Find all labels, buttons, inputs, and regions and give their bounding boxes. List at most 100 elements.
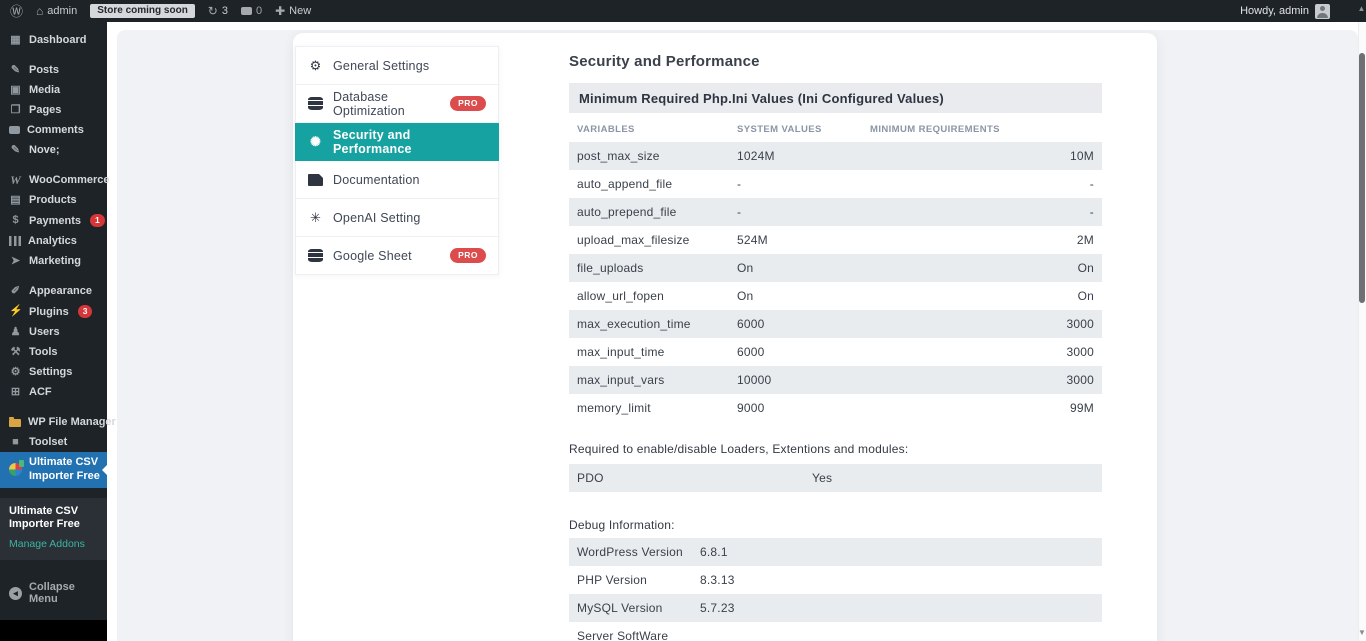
debug-label: Debug Information:	[569, 518, 1102, 532]
minimum-requirement-cell: 3000	[1067, 373, 1095, 387]
system-value-cell: 6000	[737, 345, 1067, 359]
table-row: memory_limit900099M	[569, 394, 1102, 422]
plugin-submenu: Ultimate CSV Importer Free Manage Addons	[0, 498, 107, 561]
sidebar-item-nove[interactable]: ✎Nove;	[0, 140, 107, 160]
sidebar-item-tools[interactable]: ⚒Tools	[0, 342, 107, 362]
variable-cell: file_uploads	[577, 261, 737, 275]
table-row: WordPress Version6.8.1	[569, 538, 1102, 566]
new-label: New	[289, 5, 311, 17]
sidebar-item-woocommerce[interactable]: WWooCommerce	[0, 170, 107, 190]
table-row: file_uploadsOnOn	[569, 254, 1102, 282]
sidebar-item-label: Dashboard	[29, 34, 86, 46]
sidebar-item-appearance[interactable]: ✐ Appearance	[0, 281, 107, 301]
folder-icon	[9, 419, 21, 427]
table-row: allow_url_fopenOnOn	[569, 282, 1102, 310]
sidebar-item-label: ACF	[29, 386, 52, 398]
scrollbar-down-arrow[interactable]: ▼	[1358, 628, 1366, 637]
avatar	[1315, 4, 1330, 19]
minimum-requirement-cell: On	[1078, 261, 1094, 275]
system-value-cell: 6000	[737, 317, 1067, 331]
acf-icon: ⊞	[9, 387, 22, 398]
count-badge: 3	[78, 305, 93, 318]
howdy-text: Howdy, admin	[1240, 5, 1309, 17]
sidebar-item-wp-file-manager[interactable]: WP File Manager	[0, 412, 107, 432]
collapse-menu-button[interactable]: ◂ Collapse Menu	[0, 576, 107, 610]
system-value-cell: -	[737, 177, 1090, 191]
collapse-icon: ◂	[9, 587, 22, 600]
appearance-icon: ✐	[9, 286, 22, 297]
sidebar-item-label: Appearance	[29, 285, 92, 297]
sidebar-item-products[interactable]: ▤ Products	[0, 190, 107, 210]
products-icon: ▤	[9, 195, 22, 206]
sidebar-item-label: Marketing	[29, 255, 81, 267]
sidebar-item-analytics[interactable]: Analytics	[0, 231, 107, 251]
sidebar-item-toolset[interactable]: ■Toolset	[0, 432, 107, 452]
system-value-cell: -	[737, 205, 1090, 219]
variable-cell: max_input_vars	[577, 373, 737, 387]
sidebar-item-posts[interactable]: ✎Posts	[0, 60, 107, 80]
tab-label: General Settings	[333, 59, 429, 73]
comments-menu[interactable]: 0	[241, 5, 262, 17]
pin-icon: ✎	[9, 145, 22, 156]
scrollbar-up-arrow[interactable]: ▲	[1357, 4, 1366, 13]
table-row: auto_append_file--	[569, 170, 1102, 198]
posts-icon: ✎	[9, 65, 22, 76]
sidebar-item-payments[interactable]: $Payments1	[0, 210, 107, 231]
sidebar-item-acf[interactable]: ⊞ ACF	[0, 382, 107, 402]
comment-icon	[241, 7, 252, 15]
sidebar-item-label: Products	[29, 194, 77, 206]
sidebar-item-plugins[interactable]: ⚡Plugins3	[0, 301, 107, 322]
system-value-cell: 1024M	[737, 149, 1070, 163]
tab-general-settings[interactable]: ⚙General Settings	[295, 46, 499, 85]
sidebar-item-pages[interactable]: ❐Pages	[0, 100, 107, 120]
system-value-cell: 524M	[737, 233, 1077, 247]
new-menu[interactable]: ✚ New	[275, 5, 311, 17]
sidebar-item-settings[interactable]: ⚙Settings	[0, 362, 107, 382]
dashboard-icon: ▦	[9, 35, 22, 46]
sidebar-item-users[interactable]: ♟Users	[0, 322, 107, 342]
loader-name-cell: PDO	[577, 471, 812, 485]
minimum-requirement-cell: 3000	[1067, 345, 1095, 359]
sidebar-item-label: Comments	[27, 124, 84, 136]
debug-value-cell: 8.3.13	[700, 573, 1094, 587]
sidebar-item-dashboard[interactable]: ▦ Dashboard	[0, 30, 107, 50]
tab-google-sheet[interactable]: Google SheetPRO	[295, 237, 499, 275]
tab-database-optimization[interactable]: Database OptimizationPRO	[295, 85, 499, 123]
sidebar-item-comments[interactable]: Comments	[0, 120, 107, 140]
payments-icon: $	[9, 215, 22, 226]
sheet-icon	[308, 249, 323, 262]
updates-menu[interactable]: ↻ 3	[208, 5, 228, 17]
tab-documentation[interactable]: Documentation	[295, 161, 499, 199]
site-menu[interactable]: ⌂ admin	[36, 5, 77, 17]
wordpress-logo-icon[interactable]: Ⓦ	[10, 5, 23, 18]
sidebar-item-marketing[interactable]: ➤Marketing	[0, 251, 107, 271]
submenu-item-manage-addons[interactable]: Manage Addons	[9, 538, 98, 551]
scrollbar-thumb[interactable]	[1359, 53, 1365, 303]
account-menu[interactable]: Howdy, admin	[1240, 4, 1330, 19]
table-row: PDOYes	[569, 464, 1102, 492]
admin-sidebar: ▦ Dashboard ✎Posts ▣ Media ❐Pages Comments ✎Nov…	[0, 22, 107, 620]
media-icon: ▣	[9, 85, 22, 96]
minimum-requirement-cell: 10M	[1070, 149, 1094, 163]
variable-cell: auto_append_file	[577, 177, 737, 191]
table-row: PHP Version8.3.13	[569, 566, 1102, 594]
sidebar-item-label: Users	[29, 326, 60, 338]
sidebar-item-ultimate-csv-importer-free[interactable]: Ultimate CSV Importer Free	[0, 452, 107, 488]
table-row: Server SoftWare	[569, 622, 1102, 641]
plugin-background: ⚙General SettingsDatabase OptimizationPR…	[117, 30, 1358, 641]
tab-openai-setting[interactable]: ✳OpenAI Setting	[295, 199, 499, 237]
minimum-requirement-cell: -	[1090, 177, 1094, 191]
sidebar-item-label: Media	[29, 84, 60, 96]
tab-security-and-performance[interactable]: ✺Security and Performance	[295, 123, 499, 161]
content-area: ⚙General SettingsDatabase OptimizationPR…	[107, 22, 1358, 641]
comments-count: 0	[256, 5, 262, 17]
submenu-item-ultimate-csv-importer-free[interactable]: Ultimate CSV Importer Free	[9, 505, 98, 533]
pro-badge: PRO	[450, 96, 486, 111]
database-icon	[308, 97, 323, 110]
tools-icon: ⚒	[9, 347, 22, 358]
sidebar-item-media[interactable]: ▣ Media	[0, 80, 107, 100]
system-value-cell: On	[737, 261, 1078, 275]
sidebar-item-label: Ultimate CSV Importer Free	[29, 456, 103, 484]
woocommerce-icon: W	[9, 174, 22, 186]
comments-icon	[9, 126, 20, 134]
